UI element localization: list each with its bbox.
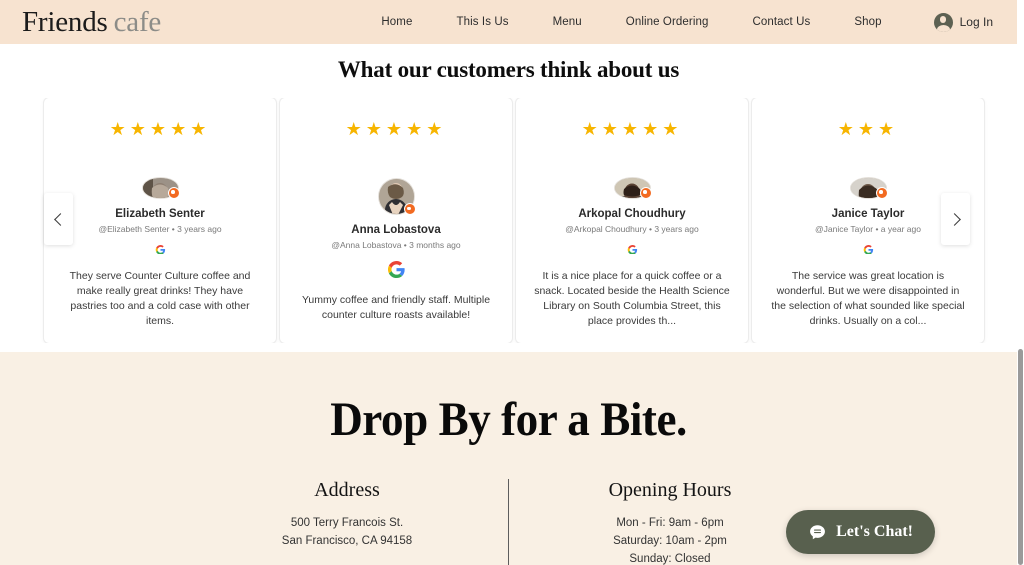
nav-item-shop[interactable]: Shop — [832, 16, 903, 28]
opening-hours-column: Opening Hours Mon - Fri: 9am - 6pm Satur… — [509, 479, 831, 565]
drop-by-title: Drop By for a Bite. — [330, 393, 687, 446]
address-heading: Address — [314, 479, 380, 501]
login-button[interactable]: Log In — [904, 12, 1007, 32]
review-card: ★★★★★ Arkopal Choudhury @Arkopal Choudhu… — [516, 98, 748, 343]
reviewer-name: Janice Taylor — [831, 207, 905, 220]
chevron-left-icon — [53, 212, 67, 226]
reviewer-name: Anna Lobastova — [351, 224, 441, 236]
verified-badge-icon — [639, 186, 652, 199]
reviews-title: What our customers think about us — [337, 57, 680, 82]
reviewer-meta: @Anna Lobastova • 3 months ago — [331, 240, 461, 250]
nav-item-menu[interactable]: Menu — [531, 16, 604, 28]
hours-line-saturday: Saturday: 10am - 2pm — [613, 535, 727, 547]
review-text: The service was great location is wonder… — [771, 270, 965, 328]
google-icon — [863, 244, 873, 255]
scrollbar-thumb[interactable] — [1018, 349, 1023, 565]
reviewer-avatar — [614, 178, 652, 199]
google-icon — [155, 244, 165, 255]
verified-badge-icon — [875, 186, 888, 199]
google-icon — [387, 261, 405, 278]
site-logo[interactable]: Friends cafe — [22, 6, 161, 39]
logo-secondary-text: cafe — [113, 5, 162, 38]
hours-line-sunday: Sunday: Closed — [629, 553, 711, 565]
address-line-2: San Francisco, CA 94158 — [281, 535, 413, 547]
review-card: ★★★★★ Elizabeth Senter @Elizabeth Senter… — [44, 98, 276, 343]
reviewer-avatar — [142, 178, 180, 199]
nav-item-this-is-us[interactable]: This Is Us — [434, 16, 530, 28]
review-card: ★★★★★ Anna Lobastova @Anna Lobastova • 3… — [280, 98, 512, 343]
nav-item-contact-us[interactable]: Contact Us — [730, 16, 832, 28]
opening-hours-heading: Opening Hours — [608, 479, 732, 501]
address-line-1: 500 Terry Francois St. — [290, 517, 404, 529]
carousel-next-button[interactable] — [941, 193, 970, 245]
user-avatar-icon — [933, 12, 953, 32]
main-navigation: Home This Is Us Menu Online Ordering Con… — [359, 12, 1007, 32]
reviewer-meta: @Arkopal Choudhury • 3 years ago — [565, 223, 699, 234]
nav-item-online-ordering[interactable]: Online Ordering — [604, 16, 731, 28]
chat-widget-label: Let's Chat! — [836, 523, 913, 540]
verified-badge-icon — [167, 186, 180, 199]
reviewer-name: Elizabeth Senter — [115, 207, 205, 220]
star-rating-icon: ★★★★★ — [345, 119, 447, 139]
star-rating-icon: ★★★ — [837, 119, 899, 139]
star-rating-icon: ★★★★★ — [109, 119, 211, 139]
chat-widget-button[interactable]: Let's Chat! — [786, 510, 935, 554]
reviews-carousel: ★★★★★ Elizabeth Senter @Elizabeth Senter… — [0, 98, 1017, 343]
login-label: Log In — [959, 15, 993, 29]
page-scrollbar[interactable] — [1017, 0, 1024, 565]
reviewer-name: Arkopal Choudhury — [578, 207, 686, 220]
address-column: Address 500 Terry Francois St. San Franc… — [186, 479, 508, 565]
reviewer-avatar — [850, 178, 888, 199]
review-text: They serve Counter Culture coffee and ma… — [69, 270, 251, 328]
reviewer-meta: @Elizabeth Senter • 3 years ago — [98, 223, 222, 234]
review-text: It is a nice place for a quick coffee or… — [534, 270, 730, 328]
carousel-prev-button[interactable] — [44, 193, 73, 245]
star-rating-icon: ★★★★★ — [581, 119, 683, 139]
hours-line-weekday: Mon - Fri: 9am - 6pm — [616, 517, 724, 529]
verified-badge-icon — [403, 203, 416, 215]
chat-bubble-icon — [810, 524, 826, 539]
nav-item-home[interactable]: Home — [359, 16, 434, 28]
chevron-right-icon — [947, 212, 961, 226]
site-header: Friends cafe Home This Is Us Menu Online … — [0, 0, 1017, 44]
review-text: Yummy coffee and friendly staff. Multipl… — [301, 294, 491, 321]
logo-primary-text: Friends — [22, 5, 108, 38]
google-icon — [627, 244, 637, 255]
reviewer-meta: @Janice Taylor • a year ago — [815, 223, 921, 234]
reviewer-avatar — [378, 179, 416, 215]
reviews-section: What our customers think about us ★★★★★ … — [0, 44, 1017, 352]
